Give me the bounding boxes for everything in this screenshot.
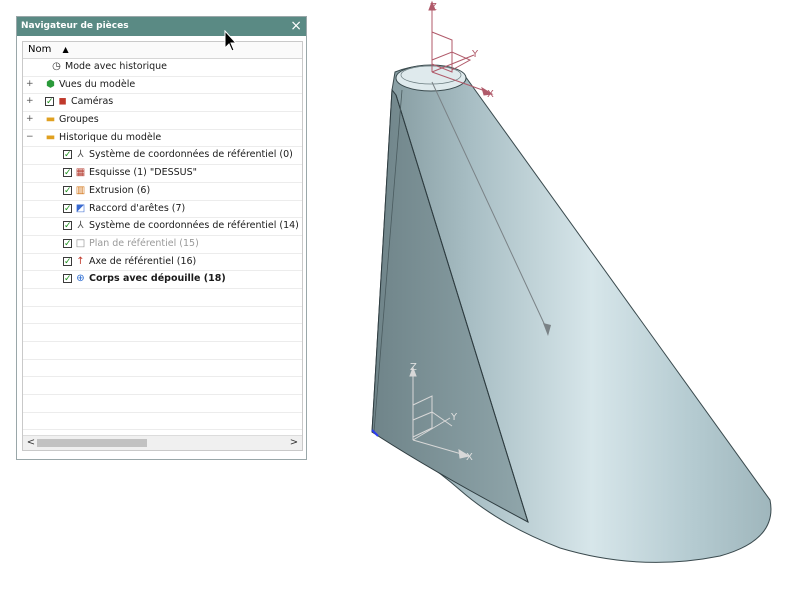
empty-tree-row xyxy=(23,342,302,360)
blend-icon: ◩ xyxy=(75,202,86,214)
scroll-right-button[interactable]: > xyxy=(288,436,300,450)
visibility-checkbox[interactable] xyxy=(63,183,72,199)
folder-open-icon: ▬ xyxy=(45,131,56,143)
plane-icon: □ xyxy=(75,237,86,249)
tree-row[interactable]: ▦Esquisse (1) "DESSUS" xyxy=(23,165,302,183)
tree-row-label: Esquisse (1) "DESSUS" xyxy=(89,167,197,179)
scroll-left-button[interactable]: < xyxy=(25,436,37,450)
mouse-cursor-icon xyxy=(224,30,238,52)
tree-row-label: Historique du modèle xyxy=(59,131,162,143)
folder-icon: ▬ xyxy=(45,114,56,126)
column-header-name[interactable]: Nom ▲ xyxy=(23,42,302,59)
top-face[interactable] xyxy=(395,64,467,92)
horizontal-scrollbar[interactable]: < > xyxy=(23,435,302,450)
visibility-checkbox[interactable] xyxy=(63,147,72,163)
tree-row[interactable]: ⊕ Corps avec dépouille (18) xyxy=(23,271,302,289)
visibility-checkbox[interactable] xyxy=(63,165,72,181)
tree-row[interactable]: + ⬢ Vues du modèle xyxy=(23,77,302,95)
draft-body-icon: ⊕ xyxy=(76,273,85,285)
tree-row[interactable]: + ◼ Caméras xyxy=(23,94,302,113)
tree-row[interactable]: ⅄ Système de coordonnées de référentiel (… xyxy=(23,218,302,236)
column-header-label: Nom xyxy=(28,44,52,55)
axis-icon: ↑ xyxy=(76,255,85,267)
expand-toggle-icon[interactable]: − xyxy=(26,132,34,141)
tree-row-label: Plan de référentiel (15) xyxy=(89,237,199,249)
tree-row-label: Axe de référentiel (16) xyxy=(89,255,197,267)
tree-row[interactable]: + ▬ Groupes xyxy=(23,112,302,130)
tree-row-label: Raccord d'arêtes (7) xyxy=(89,202,186,214)
visibility-checkbox[interactable] xyxy=(63,236,72,252)
empty-tree-row xyxy=(23,324,302,342)
top-triad-z-label: Z xyxy=(430,2,437,13)
navigator-tree[interactable]: Nom ▲ ◷ Mode avec historique + ⬢ Vues du mod… xyxy=(22,41,303,451)
tree-row-label: Groupes xyxy=(59,114,99,126)
3d-viewport[interactable]: Z Y X Z Y X xyxy=(340,0,800,592)
bottom-triad-z-label: Z xyxy=(410,362,417,373)
clock-icon: ◷ xyxy=(52,61,61,72)
part-navigator-panel: Navigateur de pièces × Nom ▲ ◷ Mode avec … xyxy=(16,16,307,460)
csys-icon: ⅄ xyxy=(77,220,84,232)
tree-row-label: Vues du modèle xyxy=(59,78,136,90)
top-triad-y-label: Y xyxy=(471,49,479,60)
empty-tree-row xyxy=(23,395,302,413)
visibility-checkbox[interactable] xyxy=(63,271,72,287)
tree-row[interactable]: ◩Raccord d'arêtes (7) xyxy=(23,201,302,219)
tree-row-label: Extrusion (6) xyxy=(89,184,151,196)
tree-row-label: Corps avec dépouille (18) xyxy=(89,273,226,285)
tree-row[interactable]: □Plan de référentiel (15) xyxy=(23,236,302,254)
sort-ascending-icon: ▲ xyxy=(62,45,69,54)
tree-row[interactable]: ⅄ Système de coordonnées de référentiel (… xyxy=(23,147,302,166)
empty-tree-row xyxy=(23,413,302,431)
navigator-titlebar[interactable]: Navigateur de pièces × xyxy=(17,17,306,36)
tree-row-label: Mode avec historique xyxy=(65,61,168,72)
visibility-checkbox[interactable] xyxy=(63,254,72,270)
expand-toggle-icon[interactable]: + xyxy=(26,115,34,124)
navigator-title: Navigateur de pièces xyxy=(21,21,129,31)
views-icon: ⬢ xyxy=(46,78,55,90)
csys-icon: ⅄ xyxy=(77,149,84,161)
tree-row[interactable]: ▥Extrusion (6) xyxy=(23,183,302,201)
visibility-checkbox[interactable] xyxy=(45,94,54,110)
top-triad-x-label: X xyxy=(487,89,494,100)
tree-row[interactable]: ↑ Axe de référentiel (16) xyxy=(23,254,302,272)
empty-tree-row xyxy=(23,307,302,325)
tree-row[interactable]: − ▬ Historique du modèle xyxy=(23,130,302,148)
empty-tree-row xyxy=(23,289,302,307)
extrude-icon: ▥ xyxy=(75,184,86,196)
scrollbar-thumb[interactable] xyxy=(37,439,147,447)
visibility-checkbox[interactable] xyxy=(63,201,72,217)
tree-row-label: Système de coordonnées de référentiel (0… xyxy=(89,149,293,161)
tree-row-label: Caméras xyxy=(71,96,114,108)
expand-toggle-icon[interactable]: + xyxy=(26,79,34,88)
bottom-triad-y-label: Y xyxy=(450,412,458,423)
tree-row-label: Système de coordonnées de référentiel (1… xyxy=(89,220,299,232)
expand-toggle-icon[interactable]: + xyxy=(26,97,34,106)
tree-row[interactable]: ◷ Mode avec historique xyxy=(23,59,302,77)
sketch-icon: ▦ xyxy=(75,167,86,179)
visibility-checkbox[interactable] xyxy=(63,218,72,234)
close-icon[interactable]: × xyxy=(290,17,302,35)
camera-icon: ◼ xyxy=(58,96,67,108)
empty-tree-row xyxy=(23,377,302,396)
empty-tree-row xyxy=(23,360,302,378)
bottom-triad-x-label: X xyxy=(466,452,473,463)
